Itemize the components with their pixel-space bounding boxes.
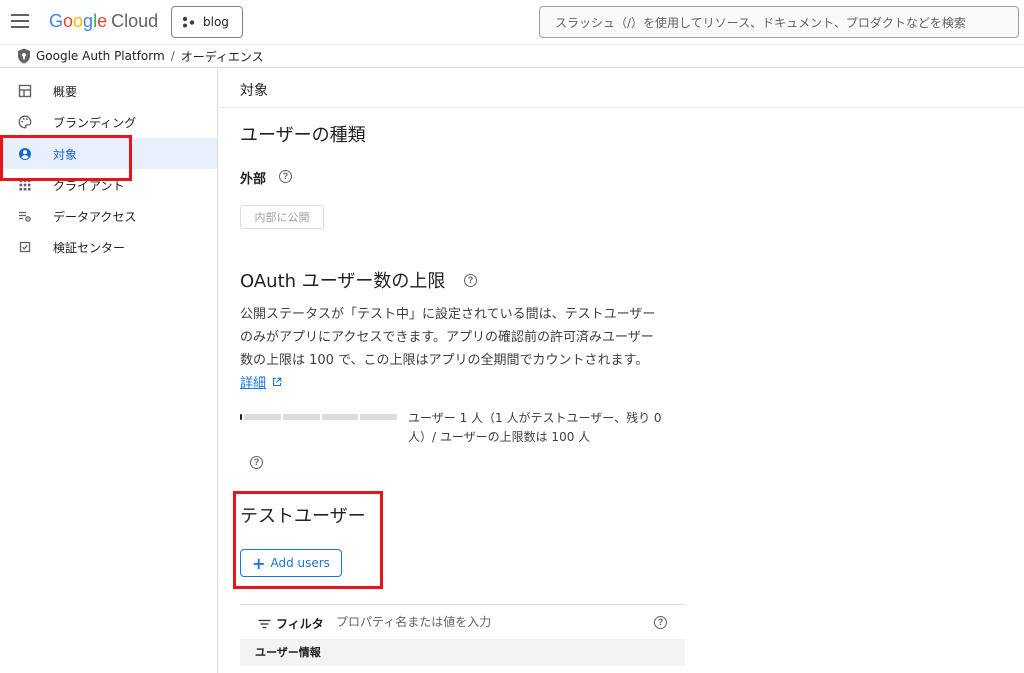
add-users-button[interactable]: + Add users bbox=[240, 549, 342, 577]
top-bar: Google Cloud blog スラッシュ（/）を使用してリソース、ドキュメン… bbox=[0, 0, 1024, 44]
breadcrumb: Google Auth Platform / オーディエンス bbox=[0, 45, 1024, 68]
sidebar-item-data-access[interactable]: データアクセス bbox=[0, 200, 217, 231]
description-line: 数の上限は 100 で、この上限はアプリの全期間でカウントされます。 bbox=[240, 353, 649, 368]
sidebar-item-label: ブランディング bbox=[53, 116, 137, 130]
progress-segment bbox=[282, 414, 320, 420]
data-settings-icon bbox=[19, 211, 31, 222]
apps-grid-icon bbox=[19, 179, 31, 191]
logo-letter: o bbox=[63, 11, 74, 31]
logo-suffix: Cloud bbox=[111, 11, 159, 31]
add-users-label: Add users bbox=[270, 556, 330, 570]
help-icon[interactable]: ? bbox=[250, 456, 263, 469]
progress-segment bbox=[360, 414, 397, 420]
progress-segment bbox=[244, 414, 281, 420]
sidebar: 概要 ブランディング 対象 クライアント データアクセス 検証センター bbox=[0, 69, 218, 673]
sidebar-item-verification-center[interactable]: 検証センター bbox=[0, 231, 217, 262]
search-input[interactable]: スラッシュ（/）を使用してリソース、ドキュメント、プロダクトなどを検索 bbox=[539, 6, 1019, 38]
logo-letter: G bbox=[49, 11, 64, 31]
palette-icon bbox=[18, 115, 32, 129]
user-type-label: 外部 bbox=[240, 172, 267, 187]
search-placeholder: スラッシュ（/）を使用してリソース、ドキュメント、プロダクトなどを検索 bbox=[555, 15, 966, 30]
filter-icon bbox=[258, 619, 271, 628]
user-count-line: ユーザー 1 人（1 人がテストユーザー、残り 0 bbox=[408, 411, 662, 425]
description-line: のみがアプリにアクセスできます。アプリの確認前の許可済みユーザー bbox=[240, 330, 654, 345]
external-link-icon[interactable] bbox=[272, 377, 282, 387]
plus-icon: + bbox=[252, 553, 266, 573]
oauth-limit-heading: OAuth ユーザー数の上限 bbox=[240, 271, 446, 292]
account-circle-icon bbox=[19, 148, 31, 160]
hamburger-menu-icon[interactable] bbox=[11, 14, 29, 28]
project-icon bbox=[182, 16, 195, 28]
breadcrumb-page: オーディエンス bbox=[180, 49, 264, 64]
user-type-heading: ユーザーの種類 bbox=[240, 125, 366, 146]
title-divider bbox=[219, 107, 1024, 108]
test-users-heading: テストユーザー bbox=[240, 506, 366, 527]
project-name: blog bbox=[203, 15, 229, 29]
make-internal-button[interactable]: 内部に公開 bbox=[240, 205, 324, 229]
sidebar-item-label: 対象 bbox=[53, 148, 78, 162]
oauth-description: 公開ステータスが「テスト中」に設定されている間は、テストユーザー のみがアプリに… bbox=[240, 303, 690, 395]
dashboard-icon bbox=[18, 84, 32, 98]
logo-letter: o bbox=[73, 11, 84, 31]
progress-segment bbox=[321, 414, 359, 420]
project-selector-button[interactable]: blog bbox=[171, 6, 243, 38]
logo-letter: e bbox=[97, 11, 108, 31]
learn-more-row: 詳細 bbox=[240, 372, 690, 395]
help-icon[interactable]: ? bbox=[279, 170, 292, 183]
table-header-user-info[interactable]: ユーザー情報 bbox=[240, 639, 685, 666]
user-count-line: 人）/ ユーザーの上限数は 100 人 bbox=[408, 430, 591, 444]
filter-input[interactable] bbox=[336, 612, 636, 632]
help-icon[interactable]: ? bbox=[464, 274, 477, 287]
filter-bar: フィルタ ? bbox=[240, 604, 685, 639]
checkbox-icon bbox=[19, 241, 31, 253]
breadcrumb-separator: / bbox=[170, 49, 175, 63]
sidebar-item-audience[interactable]: 対象 bbox=[0, 138, 217, 169]
help-icon[interactable]: ? bbox=[654, 616, 667, 629]
filter-label: フィルタ bbox=[276, 617, 324, 631]
learn-more-link[interactable]: 詳細 bbox=[240, 376, 266, 391]
google-cloud-logo[interactable]: Google Cloud bbox=[49, 11, 158, 32]
logo-letter: g bbox=[83, 11, 94, 31]
sidebar-item-clients[interactable]: クライアント bbox=[0, 169, 217, 200]
page-title: 対象 bbox=[240, 83, 268, 99]
sidebar-item-branding[interactable]: ブランディング bbox=[0, 106, 217, 137]
sidebar-item-label: 検証センター bbox=[53, 241, 126, 255]
sidebar-item-label: データアクセス bbox=[53, 210, 137, 224]
description-line: 公開ステータスが「テスト中」に設定されている間は、テストユーザー bbox=[240, 307, 656, 322]
user-count-text: ユーザー 1 人（1 人がテストユーザー、残り 0 人）/ ユーザーの上限数は … bbox=[408, 409, 662, 447]
shield-icon bbox=[18, 48, 30, 64]
filter-button[interactable]: フィルタ bbox=[258, 615, 324, 632]
sidebar-item-label: クライアント bbox=[53, 179, 125, 193]
breadcrumb-product[interactable]: Google Auth Platform bbox=[36, 49, 165, 63]
user-limit-progress-bar bbox=[240, 414, 397, 420]
progress-fill bbox=[240, 414, 242, 420]
sidebar-item-label: 概要 bbox=[53, 85, 78, 99]
sidebar-item-overview[interactable]: 概要 bbox=[0, 75, 217, 106]
